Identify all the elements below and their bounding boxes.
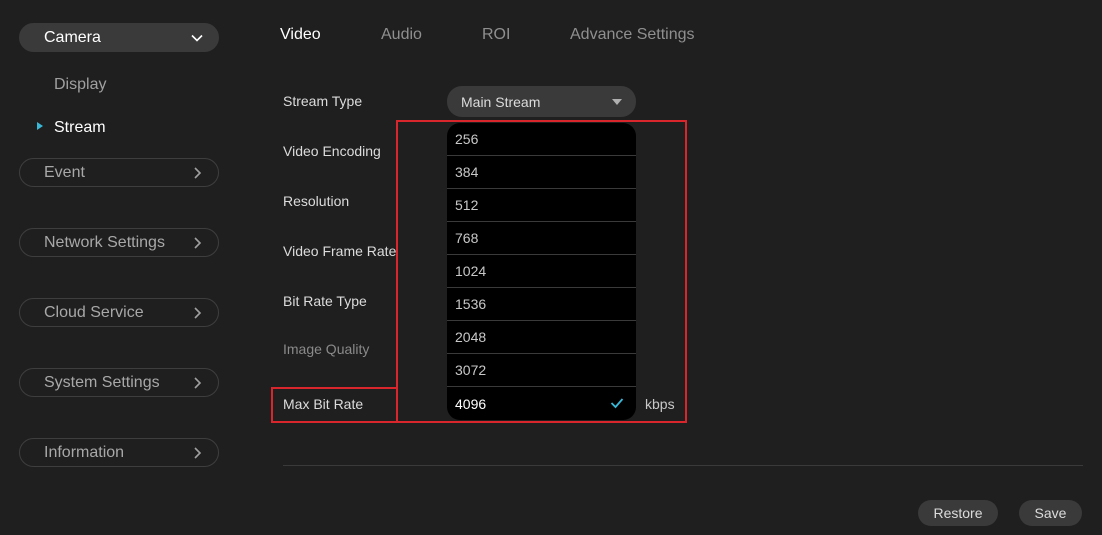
chevron-right-icon [190,166,204,180]
bitrate-option-1536[interactable]: 1536 [447,288,636,321]
video-frame-rate-label: Video Frame Rate [283,243,397,259]
sidebar-information-label: Information [44,443,125,461]
save-button[interactable]: Save [1019,500,1082,526]
sidebar-event-label: Event [44,163,85,181]
active-marker-icon [37,122,43,130]
restore-button[interactable]: Restore [918,500,998,526]
bitrate-option-2048[interactable]: 2048 [447,321,636,354]
tab-roi[interactable]: ROI [482,26,510,44]
sidebar-event[interactable]: Event [19,158,219,187]
bitrate-option-label: 3072 [455,362,487,378]
camera-settings-page: Camera Display Stream Event Network Sett… [0,0,1102,535]
chevron-right-icon [190,306,204,320]
sidebar-cloud-service[interactable]: Cloud Service [19,298,219,327]
bitrate-option-label: 768 [455,230,479,246]
sidebar-system-settings[interactable]: System Settings [19,368,219,397]
sidebar-item-display[interactable]: Display [54,76,106,94]
bitrate-option-label: 512 [455,197,479,213]
tab-video[interactable]: Video [280,26,321,44]
chevron-down-icon [190,31,204,45]
max-bit-rate-label: Max Bit Rate [283,396,364,412]
bitrate-option-label: 2048 [455,329,487,345]
bitrate-option-label: 256 [455,131,479,147]
bitrate-option-3072[interactable]: 3072 [447,354,636,387]
bitrate-option-256[interactable]: 256 [447,123,636,156]
sidebar-cloud-label: Cloud Service [44,303,144,321]
sidebar-camera-label: Camera [44,28,101,46]
bit-rate-type-label: Bit Rate Type [283,293,367,309]
image-quality-label: Image Quality [283,341,370,357]
section-divider [283,465,1083,466]
sidebar-network-settings[interactable]: Network Settings [19,228,219,257]
bitrate-option-label: 384 [455,164,479,180]
sidebar-system-label: System Settings [44,373,160,391]
bitrate-unit: kbps [645,396,675,412]
bitrate-option-4096[interactable]: 4096 [447,387,636,420]
sidebar-item-stream[interactable]: Stream [54,119,106,137]
chevron-right-icon [190,446,204,460]
chevron-right-icon [190,376,204,390]
sidebar-information[interactable]: Information [19,438,219,467]
stream-type-value: Main Stream [461,93,541,110]
bitrate-option-384[interactable]: 384 [447,156,636,189]
resolution-label: Resolution [283,193,350,209]
bitrate-option-768[interactable]: 768 [447,222,636,255]
max-bit-rate-dropdown: 256 384 512 768 1024 1536 2048 3072 4096 [447,123,636,420]
tab-advance-settings[interactable]: Advance Settings [570,26,695,44]
video-encoding-label: Video Encoding [283,143,381,159]
stream-type-label: Stream Type [283,93,363,109]
bitrate-option-512[interactable]: 512 [447,189,636,222]
checkmark-icon [610,396,624,412]
caret-down-icon [612,99,622,105]
bitrate-option-label: 1536 [455,296,487,312]
chevron-right-icon [190,236,204,250]
stream-type-select[interactable]: Main Stream [447,86,636,117]
bitrate-option-1024[interactable]: 1024 [447,255,636,288]
sidebar-network-label: Network Settings [44,233,165,251]
bitrate-option-label: 4096 [455,395,487,412]
bitrate-option-label: 1024 [455,263,487,279]
tab-audio[interactable]: Audio [381,26,422,44]
sidebar-camera[interactable]: Camera [19,23,219,52]
